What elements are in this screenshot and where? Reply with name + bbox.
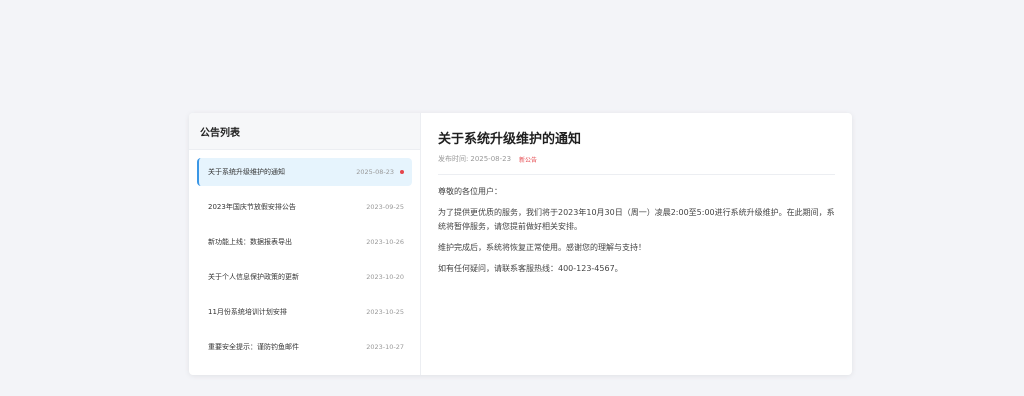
announcement-card: 公告列表 关于系统升级维护的通知 2025-08-23 2023年国庆节放假安排… — [189, 113, 852, 375]
sidebar-title: 公告列表 — [200, 127, 240, 139]
unread-dot-icon — [400, 170, 404, 174]
content-paragraph: 为了提供更优质的服务，我们将于2023年10月30日（周一）凌晨2:00至5:0… — [438, 208, 835, 231]
sidebar-header: 公告列表 — [189, 113, 420, 150]
announcement-list: 关于系统升级维护的通知 2025-08-23 2023年国庆节放假安排公告 20… — [189, 150, 420, 368]
list-item[interactable]: 关于个人信息保护政策的更新 2023-10-20 — [197, 263, 412, 291]
list-item-date: 2023-10-25 — [366, 308, 404, 316]
list-item[interactable]: 11月份系统培训计划安排 2023-10-25 — [197, 298, 412, 326]
detail-meta: 发布时间: 2025-08-23 新公告 — [438, 154, 835, 175]
list-item[interactable]: 关于系统升级维护的通知 2025-08-23 — [197, 158, 412, 186]
list-item[interactable]: 新功能上线：数据报表导出 2023-10-26 — [197, 228, 412, 256]
list-item[interactable]: 2023年国庆节放假安排公告 2023-09-25 — [197, 193, 412, 221]
list-item-date: 2023-10-26 — [366, 238, 404, 246]
detail-content: 尊敬的各位用户： 为了提供更优质的服务，我们将于2023年10月30日（周一）凌… — [438, 185, 835, 276]
announcement-detail: 关于系统升级维护的通知 发布时间: 2025-08-23 新公告 尊敬的各位用户… — [421, 113, 852, 375]
new-badge: 新公告 — [519, 156, 538, 164]
list-item-title: 关于系统升级维护的通知 — [208, 168, 285, 176]
list-item-date: 2025-08-23 — [356, 168, 394, 176]
list-item-date: 2023-09-25 — [366, 203, 404, 211]
content-paragraph: 如有任何疑问，请联系客服热线：400-123-4567。 — [438, 264, 623, 273]
list-item-date: 2023-10-20 — [366, 273, 404, 281]
list-item-date: 2023-10-27 — [366, 343, 404, 351]
list-item-title: 重要安全提示：谨防钓鱼邮件 — [208, 343, 299, 351]
detail-title: 关于系统升级维护的通知 — [438, 132, 582, 147]
greeting-text: 尊敬的各位用户： — [438, 187, 502, 196]
announcement-sidebar: 公告列表 关于系统升级维护的通知 2025-08-23 2023年国庆节放假安排… — [189, 113, 421, 375]
publish-date: 2025-08-23 — [470, 155, 512, 163]
list-item[interactable]: 重要安全提示：谨防钓鱼邮件 2023-10-27 — [197, 333, 412, 361]
publish-time-label: 发布时间: — [438, 155, 469, 163]
list-item-title: 2023年国庆节放假安排公告 — [208, 203, 296, 211]
list-item-title: 新功能上线：数据报表导出 — [208, 238, 292, 246]
list-item-title: 关于个人信息保护政策的更新 — [208, 273, 299, 281]
content-paragraph: 维护完成后，系统将恢复正常使用。感谢您的理解与支持！ — [438, 243, 646, 252]
list-item-title: 11月份系统培训计划安排 — [208, 308, 287, 316]
